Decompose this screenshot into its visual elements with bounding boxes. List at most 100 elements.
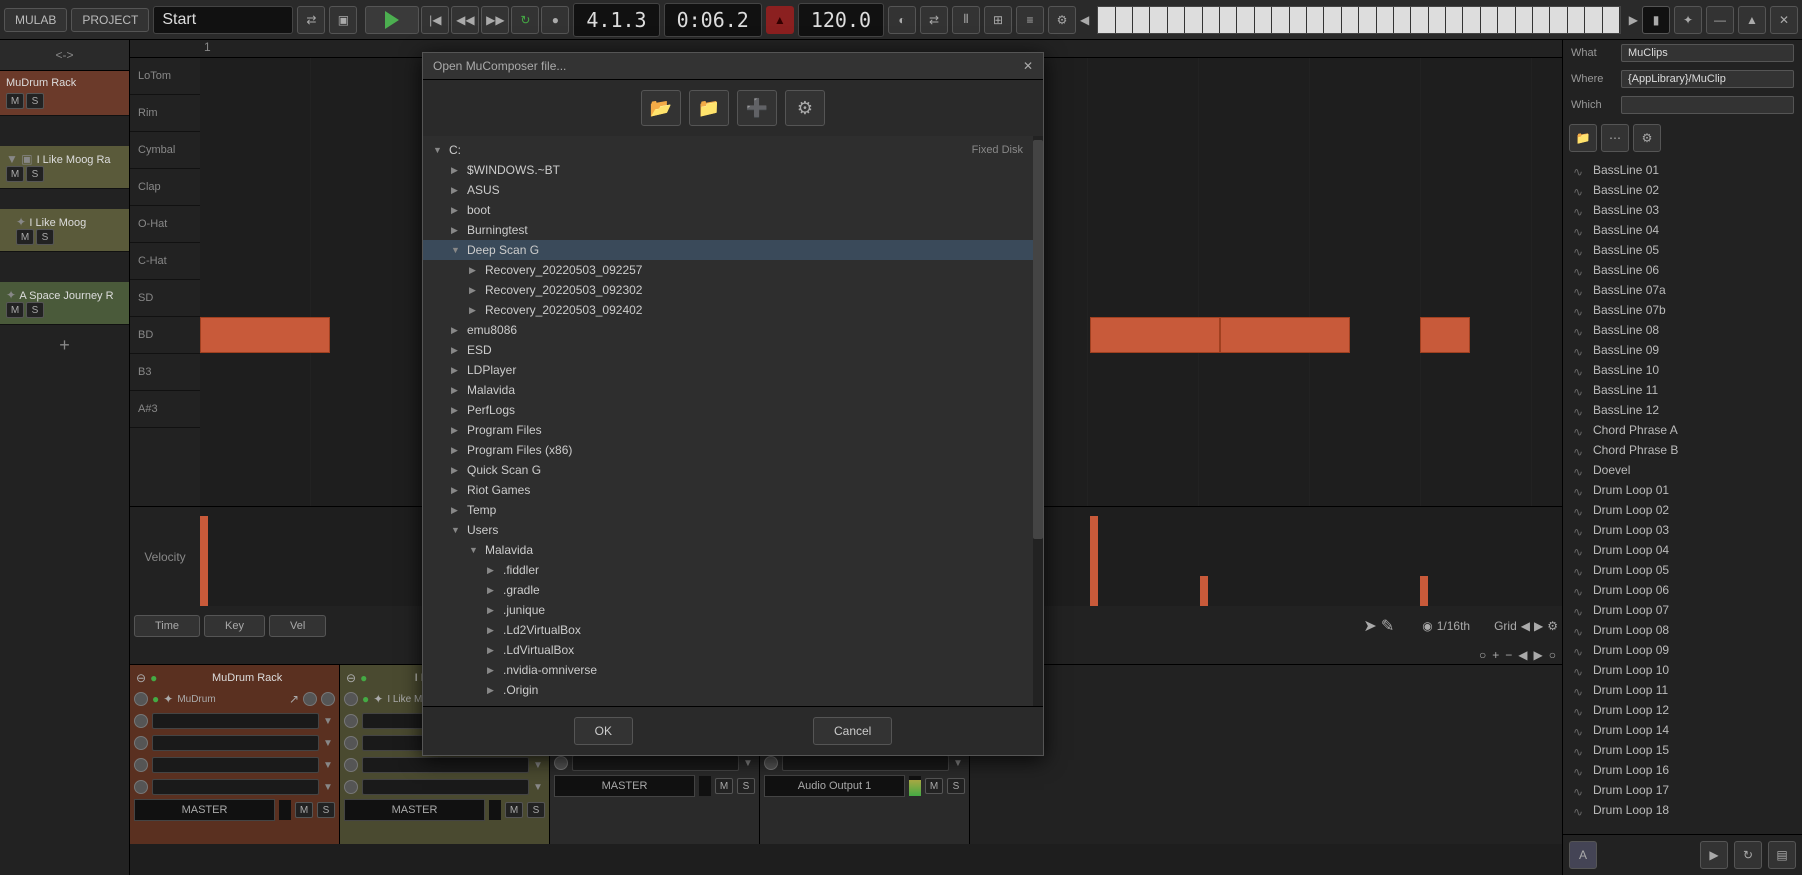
grid-next-icon[interactable]: ▶ — [1534, 619, 1543, 633]
drum-lane[interactable]: Clap — [130, 169, 200, 206]
tree-item[interactable]: ▶.Origin — [423, 680, 1043, 700]
project-menu[interactable]: PROJECT — [71, 8, 149, 32]
browser-item[interactable]: ∿Drum Loop 12 — [1563, 700, 1802, 720]
output-selector[interactable]: MASTER — [344, 799, 485, 821]
spark-icon[interactable]: ✦ — [1674, 6, 1702, 34]
dialog-close-icon[interactable]: ✕ — [1023, 59, 1033, 73]
pan-knob[interactable] — [303, 692, 317, 706]
solo-button[interactable]: S — [26, 166, 44, 182]
drum-lane[interactable]: A#3 — [130, 391, 200, 428]
fx-slot[interactable] — [362, 757, 529, 773]
tree-item[interactable]: ▶.Ld2VirtualBox — [423, 620, 1043, 640]
solo-button[interactable]: S — [737, 778, 755, 794]
note-clip[interactable] — [200, 317, 330, 353]
keyboard-right-arrow[interactable]: ▶ — [1629, 13, 1638, 27]
fx-slot[interactable] — [362, 779, 529, 795]
close-app-icon[interactable]: ✕ — [1770, 6, 1798, 34]
browser-item[interactable]: ∿BassLine 10 — [1563, 360, 1802, 380]
tree-item[interactable]: ▼C:Fixed Disk — [423, 140, 1043, 160]
browser-item[interactable]: ∿Drum Loop 03 — [1563, 520, 1802, 540]
drum-lane[interactable]: O-Hat — [130, 206, 200, 243]
tree-item[interactable]: ▼Deep Scan G — [423, 240, 1043, 260]
grid-settings-icon[interactable]: ⚙ — [1547, 619, 1558, 633]
plugin-icon[interactable]: ✦ — [163, 692, 173, 706]
tree-expand-icon[interactable]: ▶ — [487, 645, 499, 656]
browser-item[interactable]: ∿Chord Phrase B — [1563, 440, 1802, 460]
fx-slot[interactable] — [152, 713, 319, 729]
browser-item[interactable]: ∿Drum Loop 14 — [1563, 720, 1802, 740]
tree-expand-icon[interactable]: ▶ — [451, 345, 463, 356]
dialog-folder-back-icon[interactable]: 📁 — [689, 90, 729, 126]
fx-slot[interactable] — [152, 735, 319, 751]
mute-button[interactable]: M — [6, 166, 24, 182]
tree-expand-icon[interactable]: ▶ — [451, 165, 463, 176]
mulab-menu[interactable]: MULAB — [4, 8, 67, 32]
tree-expand-icon[interactable]: ▶ — [487, 625, 499, 636]
file-tree[interactable]: ▼C:Fixed Disk▶$WINDOWS.~BT▶ASUS▶boot▶Bur… — [423, 136, 1043, 706]
mute-button[interactable]: M — [295, 802, 313, 818]
mute-button[interactable]: M — [6, 93, 24, 109]
send-knob[interactable] — [134, 714, 148, 728]
browser-loop-icon[interactable]: ↻ — [1734, 841, 1762, 869]
mute-button[interactable]: M — [925, 778, 943, 794]
zoom-dot-icon[interactable]: ○ — [1479, 648, 1486, 662]
send-knob[interactable] — [344, 780, 358, 794]
tool-settings-icon[interactable]: ⚙ — [1048, 6, 1076, 34]
mute-button[interactable]: M — [16, 229, 34, 245]
bpm-display[interactable]: 120.0 — [798, 3, 884, 37]
tree-expand-icon[interactable]: ▶ — [469, 265, 481, 276]
output-selector[interactable]: MASTER — [554, 775, 695, 797]
tree-expand-icon[interactable]: ▶ — [451, 385, 463, 396]
where-input[interactable] — [1621, 70, 1794, 88]
plugin-open-icon[interactable]: ↗ — [289, 692, 299, 706]
note-clip[interactable] — [1220, 317, 1350, 353]
tree-item[interactable]: ▶Temp — [423, 500, 1043, 520]
browser-play-icon[interactable]: ▶ — [1700, 841, 1728, 869]
keyboard-left-arrow[interactable]: ◀ — [1080, 13, 1089, 27]
note-clip[interactable] — [1090, 317, 1220, 353]
tree-expand-icon[interactable]: ▶ — [451, 465, 463, 476]
tree-expand-icon[interactable]: ▼ — [433, 145, 445, 155]
time-display[interactable]: 0:06.2 — [664, 3, 762, 37]
virtual-keyboard[interactable] — [1097, 6, 1620, 34]
browser-item[interactable]: ∿BassLine 05 — [1563, 240, 1802, 260]
track-item[interactable]: ✦ I Like Moog MS — [0, 209, 129, 252]
forward-button[interactable]: ▶▶ — [481, 6, 509, 34]
grid-value[interactable]: 1/16th — [1437, 619, 1470, 633]
slot-menu-icon[interactable]: ▼ — [743, 758, 755, 769]
tree-expand-icon[interactable]: ▶ — [487, 585, 499, 596]
send-knob[interactable] — [344, 758, 358, 772]
zoom-left-icon[interactable]: ◀ — [1518, 648, 1527, 662]
solo-button[interactable]: S — [947, 778, 965, 794]
tree-item[interactable]: ▶LDPlayer — [423, 360, 1043, 380]
minimize-icon[interactable]: — — [1706, 6, 1734, 34]
mixer-strip[interactable]: ⊖●MuDrum Rack ●✦MuDrum↗ ▼ ▼ ▼ ▼ MASTERMS — [130, 665, 340, 844]
metronome-icon[interactable]: ▲ — [766, 6, 794, 34]
tree-item[interactable]: ▶Recovery_20220503_092257 — [423, 260, 1043, 280]
send-knob[interactable] — [764, 756, 778, 770]
mute-button[interactable]: M — [6, 302, 24, 318]
solo-button[interactable]: S — [317, 802, 335, 818]
send-knob[interactable] — [344, 736, 358, 750]
route-icon[interactable]: ⇄ — [297, 6, 325, 34]
gain-knob[interactable] — [321, 692, 335, 706]
tree-item[interactable]: ▶Program Files (x86) — [423, 440, 1043, 460]
marker-name-field[interactable] — [153, 6, 293, 34]
slot-menu-icon[interactable]: ▼ — [953, 758, 965, 769]
maximize-icon[interactable]: ▲ — [1738, 6, 1766, 34]
drum-lane[interactable]: Rim — [130, 95, 200, 132]
rewind-start-button[interactable]: |◀ — [421, 6, 449, 34]
zoom-plus-icon[interactable]: + — [1492, 648, 1499, 662]
browser-item[interactable]: ∿Drum Loop 10 — [1563, 660, 1802, 680]
send-knob[interactable] — [134, 758, 148, 772]
browser-folder-icon[interactable]: 📁 — [1569, 124, 1597, 152]
tree-expand-icon[interactable]: ▶ — [487, 685, 499, 696]
tree-expand-icon[interactable]: ▶ — [487, 665, 499, 676]
slot-menu-icon[interactable]: ▼ — [323, 782, 335, 793]
tree-item[interactable]: ▶$WINDOWS.~BT — [423, 160, 1043, 180]
cancel-button[interactable]: Cancel — [813, 717, 892, 745]
mute-button[interactable]: M — [715, 778, 733, 794]
tree-item[interactable]: ▶ESD — [423, 340, 1043, 360]
which-input[interactable] — [1621, 96, 1794, 114]
tree-item[interactable]: ▶PerfLogs — [423, 400, 1043, 420]
